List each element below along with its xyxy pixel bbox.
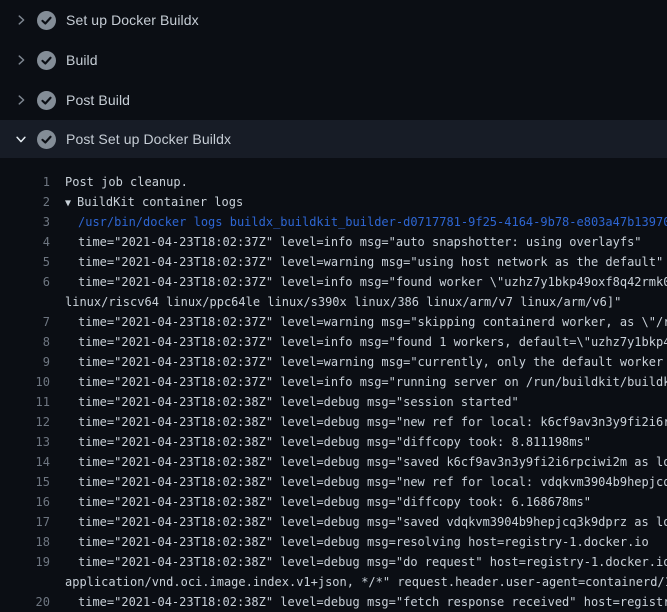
log-line: 20time="2021-04-23T18:02:38Z" level=debu… bbox=[0, 592, 667, 612]
log-line-text: time="2021-04-23T18:02:37Z" level=warnin… bbox=[50, 312, 667, 332]
log-line-number[interactable]: 12 bbox=[0, 412, 50, 432]
log-line: 2 ▼ BuildKit container logs bbox=[0, 192, 667, 212]
log-line-number[interactable]: 16 bbox=[0, 492, 50, 512]
log-line-text: time="2021-04-23T18:02:38Z" level=debug … bbox=[50, 392, 667, 412]
log-line-number[interactable]: 7 bbox=[0, 312, 50, 332]
step-row-set-up-docker-buildx[interactable]: Set up Docker Buildx bbox=[0, 0, 667, 40]
check-circle-icon bbox=[37, 130, 56, 149]
collapse-triangle-icon[interactable]: ▼ bbox=[65, 194, 71, 212]
log-line-number bbox=[0, 292, 50, 312]
step-label: Post Build bbox=[66, 92, 130, 108]
log-line-number[interactable]: 5 bbox=[0, 252, 50, 272]
log-line: 18time="2021-04-23T18:02:38Z" level=debu… bbox=[0, 532, 667, 552]
log-line-number[interactable]: 19 bbox=[0, 552, 50, 572]
log-line-number[interactable]: 6 bbox=[0, 272, 50, 292]
steps-list: Set up Docker Buildx Build Post Build Post … bbox=[0, 0, 667, 158]
log-line-number[interactable]: 15 bbox=[0, 472, 50, 492]
log-line-number[interactable]: 2 bbox=[0, 192, 50, 212]
log-line: application/vnd.oci.image.index.v1+json,… bbox=[0, 572, 667, 592]
check-circle-icon bbox=[37, 51, 56, 70]
step-row-build[interactable]: Build bbox=[0, 40, 667, 80]
step-row-post-set-up-docker-buildx[interactable]: Post Set up Docker Buildx bbox=[0, 120, 667, 158]
log-line: 7time="2021-04-23T18:02:37Z" level=warni… bbox=[0, 312, 667, 332]
log-line-number[interactable]: 18 bbox=[0, 532, 50, 552]
log-line-number bbox=[0, 572, 50, 592]
log-line: 5time="2021-04-23T18:02:37Z" level=warni… bbox=[0, 252, 667, 272]
log-line-text: time="2021-04-23T18:02:38Z" level=debug … bbox=[50, 452, 667, 472]
step-label: Post Set up Docker Buildx bbox=[66, 131, 231, 147]
log-line: 3/usr/bin/docker logs buildx_buildkit_bu… bbox=[0, 212, 667, 232]
log-line: 1Post job cleanup. bbox=[0, 172, 667, 192]
log-line-text: /usr/bin/docker logs buildx_buildkit_bui… bbox=[50, 212, 667, 232]
step-row-post-build[interactable]: Post Build bbox=[0, 80, 667, 120]
chevron-right-icon[interactable] bbox=[13, 92, 29, 108]
check-circle-icon bbox=[37, 11, 56, 30]
log-line: 11time="2021-04-23T18:02:38Z" level=debu… bbox=[0, 392, 667, 412]
log-line-number[interactable]: 20 bbox=[0, 592, 50, 612]
step-label: Set up Docker Buildx bbox=[66, 12, 199, 28]
log-line-text: time="2021-04-23T18:02:38Z" level=debug … bbox=[50, 592, 667, 612]
log-line-number[interactable]: 4 bbox=[0, 232, 50, 252]
log-line-text: time="2021-04-23T18:02:37Z" level=info m… bbox=[50, 372, 667, 392]
log-line: 12time="2021-04-23T18:02:38Z" level=debu… bbox=[0, 412, 667, 432]
log-line-number[interactable]: 9 bbox=[0, 352, 50, 372]
log-line-text: time="2021-04-23T18:02:37Z" level=info m… bbox=[50, 272, 667, 292]
log-line-text: time="2021-04-23T18:02:37Z" level=info m… bbox=[50, 332, 667, 352]
log-line-text: Post job cleanup. bbox=[50, 172, 667, 192]
step-label: Build bbox=[66, 52, 98, 68]
log-view: 1Post job cleanup.2 ▼ BuildKit container l… bbox=[0, 158, 667, 612]
log-line-number[interactable]: 3 bbox=[0, 212, 50, 232]
check-circle-icon bbox=[37, 91, 56, 110]
log-line-number[interactable]: 11 bbox=[0, 392, 50, 412]
log-line-text: time="2021-04-23T18:02:38Z" level=debug … bbox=[50, 492, 667, 512]
log-line-number[interactable]: 17 bbox=[0, 512, 50, 532]
log-line: 9time="2021-04-23T18:02:37Z" level=warni… bbox=[0, 352, 667, 372]
log-line-text: time="2021-04-23T18:02:37Z" level=warnin… bbox=[50, 352, 667, 372]
chevron-right-icon[interactable] bbox=[13, 12, 29, 28]
log-line: 10time="2021-04-23T18:02:37Z" level=info… bbox=[0, 372, 667, 392]
log-line-text: linux/riscv64 linux/ppc64le linux/s390x … bbox=[50, 292, 667, 312]
log-line-text: time="2021-04-23T18:02:37Z" level=info m… bbox=[50, 232, 667, 252]
log-line: linux/riscv64 linux/ppc64le linux/s390x … bbox=[0, 292, 667, 312]
log-line-number[interactable]: 1 bbox=[0, 172, 50, 192]
log-line: 15time="2021-04-23T18:02:38Z" level=debu… bbox=[0, 472, 667, 492]
chevron-right-icon[interactable] bbox=[13, 52, 29, 68]
log-line-text: time="2021-04-23T18:02:38Z" level=debug … bbox=[50, 532, 667, 552]
log-line-text: time="2021-04-23T18:02:38Z" level=debug … bbox=[50, 432, 667, 452]
log-line: 17time="2021-04-23T18:02:38Z" level=debu… bbox=[0, 512, 667, 532]
log-line-number[interactable]: 10 bbox=[0, 372, 50, 392]
log-line-number[interactable]: 8 bbox=[0, 332, 50, 352]
log-line-text: application/vnd.oci.image.index.v1+json,… bbox=[50, 572, 667, 592]
log-line: 13time="2021-04-23T18:02:38Z" level=debu… bbox=[0, 432, 667, 452]
log-line: 8time="2021-04-23T18:02:37Z" level=info … bbox=[0, 332, 667, 352]
log-line: 16time="2021-04-23T18:02:38Z" level=debu… bbox=[0, 492, 667, 512]
log-line: 4time="2021-04-23T18:02:37Z" level=info … bbox=[0, 232, 667, 252]
log-line-text: time="2021-04-23T18:02:38Z" level=debug … bbox=[50, 472, 667, 492]
chevron-down-icon[interactable] bbox=[13, 131, 29, 147]
log-line: 6time="2021-04-23T18:02:37Z" level=info … bbox=[0, 272, 667, 292]
log-group-row: ▼ BuildKit container logs bbox=[50, 192, 667, 212]
log-line-text: time="2021-04-23T18:02:38Z" level=debug … bbox=[50, 552, 667, 572]
log-line-text: time="2021-04-23T18:02:37Z" level=warnin… bbox=[50, 252, 667, 272]
log-line-text: time="2021-04-23T18:02:38Z" level=debug … bbox=[50, 412, 667, 432]
log-line-number[interactable]: 14 bbox=[0, 452, 50, 472]
log-line-text: BuildKit container logs bbox=[77, 195, 243, 209]
log-line: 14time="2021-04-23T18:02:38Z" level=debu… bbox=[0, 452, 667, 472]
log-line-text: time="2021-04-23T18:02:38Z" level=debug … bbox=[50, 512, 667, 532]
log-line-number[interactable]: 13 bbox=[0, 432, 50, 452]
log-line: 19time="2021-04-23T18:02:38Z" level=debu… bbox=[0, 552, 667, 572]
